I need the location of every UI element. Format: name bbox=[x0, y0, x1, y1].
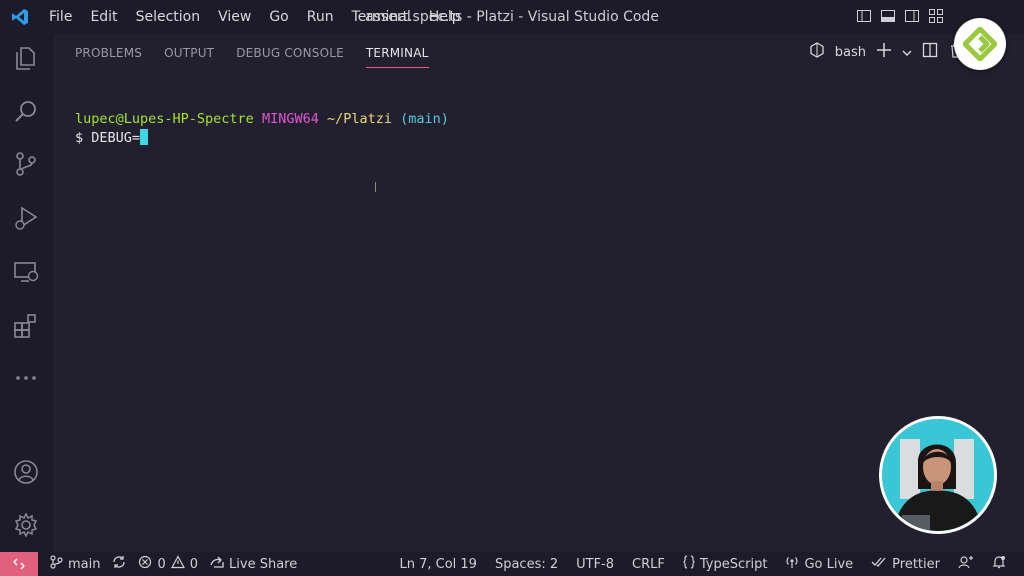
sync-icon bbox=[112, 555, 126, 573]
remote-indicator[interactable] bbox=[0, 552, 38, 576]
terminal-prompt-line: lupec@Lupes-HP-Spectre MINGW64 ~/Platzi … bbox=[75, 110, 449, 129]
encoding-label: UTF-8 bbox=[576, 556, 615, 572]
terminal-branch: (main) bbox=[400, 111, 449, 127]
error-icon bbox=[138, 555, 152, 573]
more-icon[interactable] bbox=[12, 364, 40, 392]
feedback-icon bbox=[958, 555, 974, 573]
braces-icon bbox=[683, 555, 695, 573]
feedback-button[interactable] bbox=[958, 555, 974, 573]
settings-gear-icon[interactable] bbox=[12, 511, 40, 539]
terminal-command-line: $ DEBUG= bbox=[75, 129, 449, 148]
prettier-label: Prettier bbox=[892, 556, 940, 572]
search-icon[interactable] bbox=[12, 98, 40, 126]
indentation-label: Spaces: 2 bbox=[494, 556, 559, 572]
tab-terminal[interactable]: TERMINAL bbox=[365, 34, 429, 72]
bell-icon bbox=[992, 555, 1006, 573]
vscode-logo-icon bbox=[0, 0, 40, 34]
terminal-prompt-symbol: $ bbox=[75, 130, 84, 146]
toggle-secondary-sidebar-icon[interactable] bbox=[904, 8, 920, 24]
terminal-path: ~/Platzi bbox=[327, 111, 393, 127]
menu-file[interactable]: File bbox=[40, 0, 81, 34]
activity-bar bbox=[0, 34, 53, 552]
terminal-shell-icon bbox=[809, 42, 825, 62]
menu-terminal[interactable]: Terminal bbox=[343, 0, 420, 34]
toggle-panel-icon[interactable] bbox=[880, 8, 896, 24]
go-live-label: Go Live bbox=[804, 556, 854, 572]
mouse-ibeam-icon bbox=[375, 182, 379, 192]
terminal-system: MINGW64 bbox=[261, 111, 319, 127]
sync-button[interactable] bbox=[112, 555, 126, 573]
title-bar: File Edit Selection View Go Run Terminal… bbox=[0, 0, 1024, 34]
language-mode[interactable]: TypeScript bbox=[683, 555, 768, 573]
eol-label: CRLF bbox=[632, 556, 665, 572]
tab-problems[interactable]: PROBLEMS bbox=[75, 34, 142, 72]
menu-go[interactable]: Go bbox=[260, 0, 297, 34]
eol-status[interactable]: CRLF bbox=[632, 557, 665, 572]
new-terminal-icon[interactable] bbox=[876, 42, 892, 62]
tab-debug-console[interactable]: DEBUG CONSOLE bbox=[236, 34, 344, 72]
branch-name: main bbox=[68, 556, 101, 572]
remote-explorer-icon[interactable] bbox=[12, 258, 40, 286]
notifications-button[interactable] bbox=[992, 555, 1006, 573]
toggle-primary-sidebar-icon[interactable] bbox=[856, 8, 872, 24]
menu-bar: File Edit Selection View Go Run Terminal… bbox=[40, 0, 470, 34]
tab-output[interactable]: OUTPUT bbox=[164, 34, 214, 72]
menu-view[interactable]: View bbox=[209, 0, 260, 34]
language-label: TypeScript bbox=[699, 556, 768, 572]
broadcast-icon bbox=[785, 555, 799, 573]
go-live-button[interactable]: Go Live bbox=[785, 555, 853, 573]
menu-run[interactable]: Run bbox=[298, 0, 343, 34]
terminal-output[interactable]: lupec@Lupes-HP-Spectre MINGW64 ~/Platzi … bbox=[75, 110, 449, 148]
warning-icon bbox=[170, 555, 185, 573]
extensions-icon[interactable] bbox=[12, 312, 40, 340]
chevron-down-icon[interactable] bbox=[902, 43, 912, 62]
cursor-position[interactable]: Ln 7, Col 19 bbox=[399, 557, 476, 572]
menu-edit[interactable]: Edit bbox=[81, 0, 126, 34]
terminal-cursor bbox=[140, 129, 149, 145]
error-count: 0 bbox=[157, 556, 166, 572]
live-share-label: Live Share bbox=[229, 556, 298, 572]
terminal-shell-label[interactable]: bash bbox=[835, 45, 866, 60]
presenter-webcam bbox=[879, 416, 997, 534]
menu-help[interactable]: Help bbox=[420, 0, 470, 34]
terminal-actions: bash bbox=[809, 42, 964, 62]
platzi-logo-icon bbox=[954, 18, 1006, 70]
terminal-command: DEBUG= bbox=[91, 130, 141, 146]
status-bar: main 0 0 Live Share Ln 7, Col 19 Spaces:… bbox=[0, 552, 1024, 576]
customize-layout-icon[interactable] bbox=[928, 8, 944, 24]
source-control-icon[interactable] bbox=[12, 150, 40, 178]
indentation-status[interactable]: Spaces: 2 bbox=[495, 557, 558, 572]
run-debug-icon[interactable] bbox=[12, 204, 40, 232]
branch-status[interactable]: main bbox=[50, 555, 100, 573]
menu-selection[interactable]: Selection bbox=[127, 0, 210, 34]
explorer-icon[interactable] bbox=[12, 44, 40, 72]
git-branch-icon bbox=[50, 555, 63, 573]
prettier-status[interactable]: Prettier bbox=[871, 556, 940, 572]
problems-status[interactable]: 0 0 bbox=[138, 555, 198, 573]
double-check-icon bbox=[871, 556, 887, 572]
terminal-user-host: lupec@Lupes-HP-Spectre bbox=[75, 111, 254, 127]
accounts-icon[interactable] bbox=[12, 458, 40, 486]
cursor-position-label: Ln 7, Col 19 bbox=[399, 556, 477, 572]
live-share-button[interactable]: Live Share bbox=[210, 555, 297, 573]
split-terminal-icon[interactable] bbox=[922, 42, 938, 62]
live-share-icon bbox=[210, 555, 224, 573]
encoding-status[interactable]: UTF-8 bbox=[576, 557, 614, 572]
warning-count: 0 bbox=[189, 556, 199, 572]
